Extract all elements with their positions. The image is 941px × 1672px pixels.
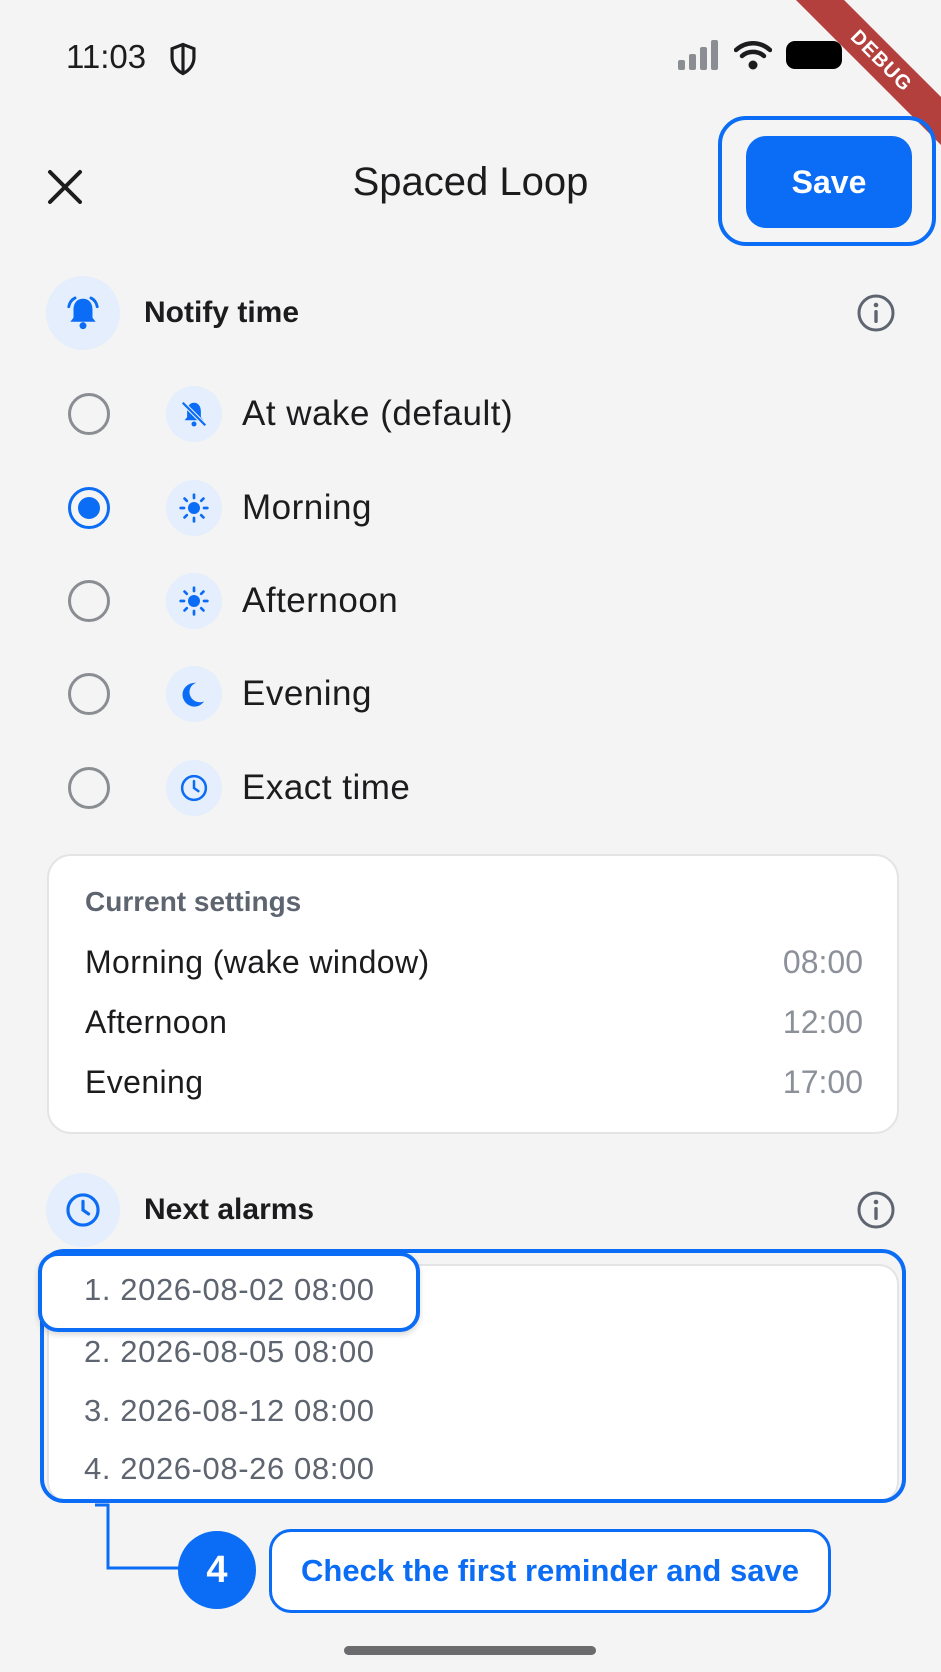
tutorial-connector — [95, 1503, 180, 1570]
home-indicator — [344, 1646, 596, 1655]
tutorial-hint: Check the first reminder and save — [269, 1529, 831, 1613]
tutorial-step-badge: 4 — [178, 1531, 256, 1609]
